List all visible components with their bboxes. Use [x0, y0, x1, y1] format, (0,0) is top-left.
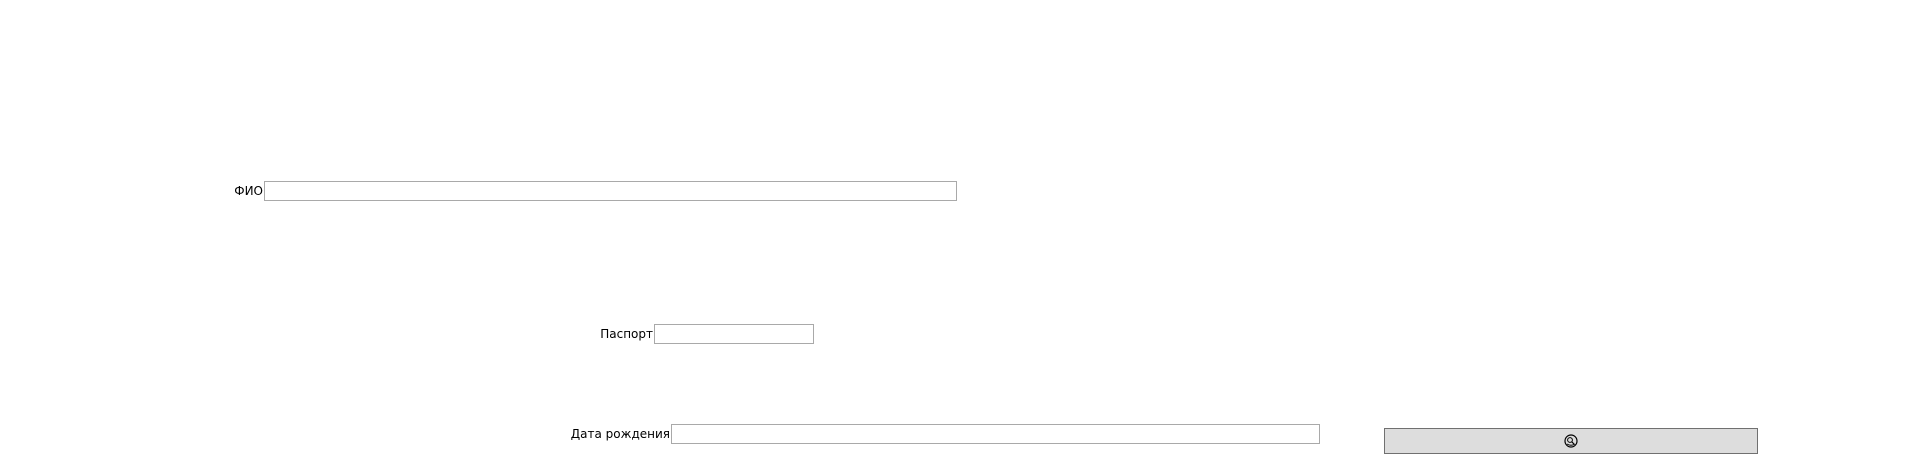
- passport-input[interactable]: [654, 324, 814, 344]
- search-button[interactable]: [1384, 428, 1758, 454]
- fio-label: ФИО: [234, 184, 263, 198]
- fio-input[interactable]: [264, 181, 957, 201]
- passport-label: Паспорт: [600, 327, 653, 341]
- birth-date-input[interactable]: [671, 424, 1320, 444]
- birth-date-label: Дата рождения: [570, 427, 670, 441]
- search-icon: [1564, 434, 1578, 448]
